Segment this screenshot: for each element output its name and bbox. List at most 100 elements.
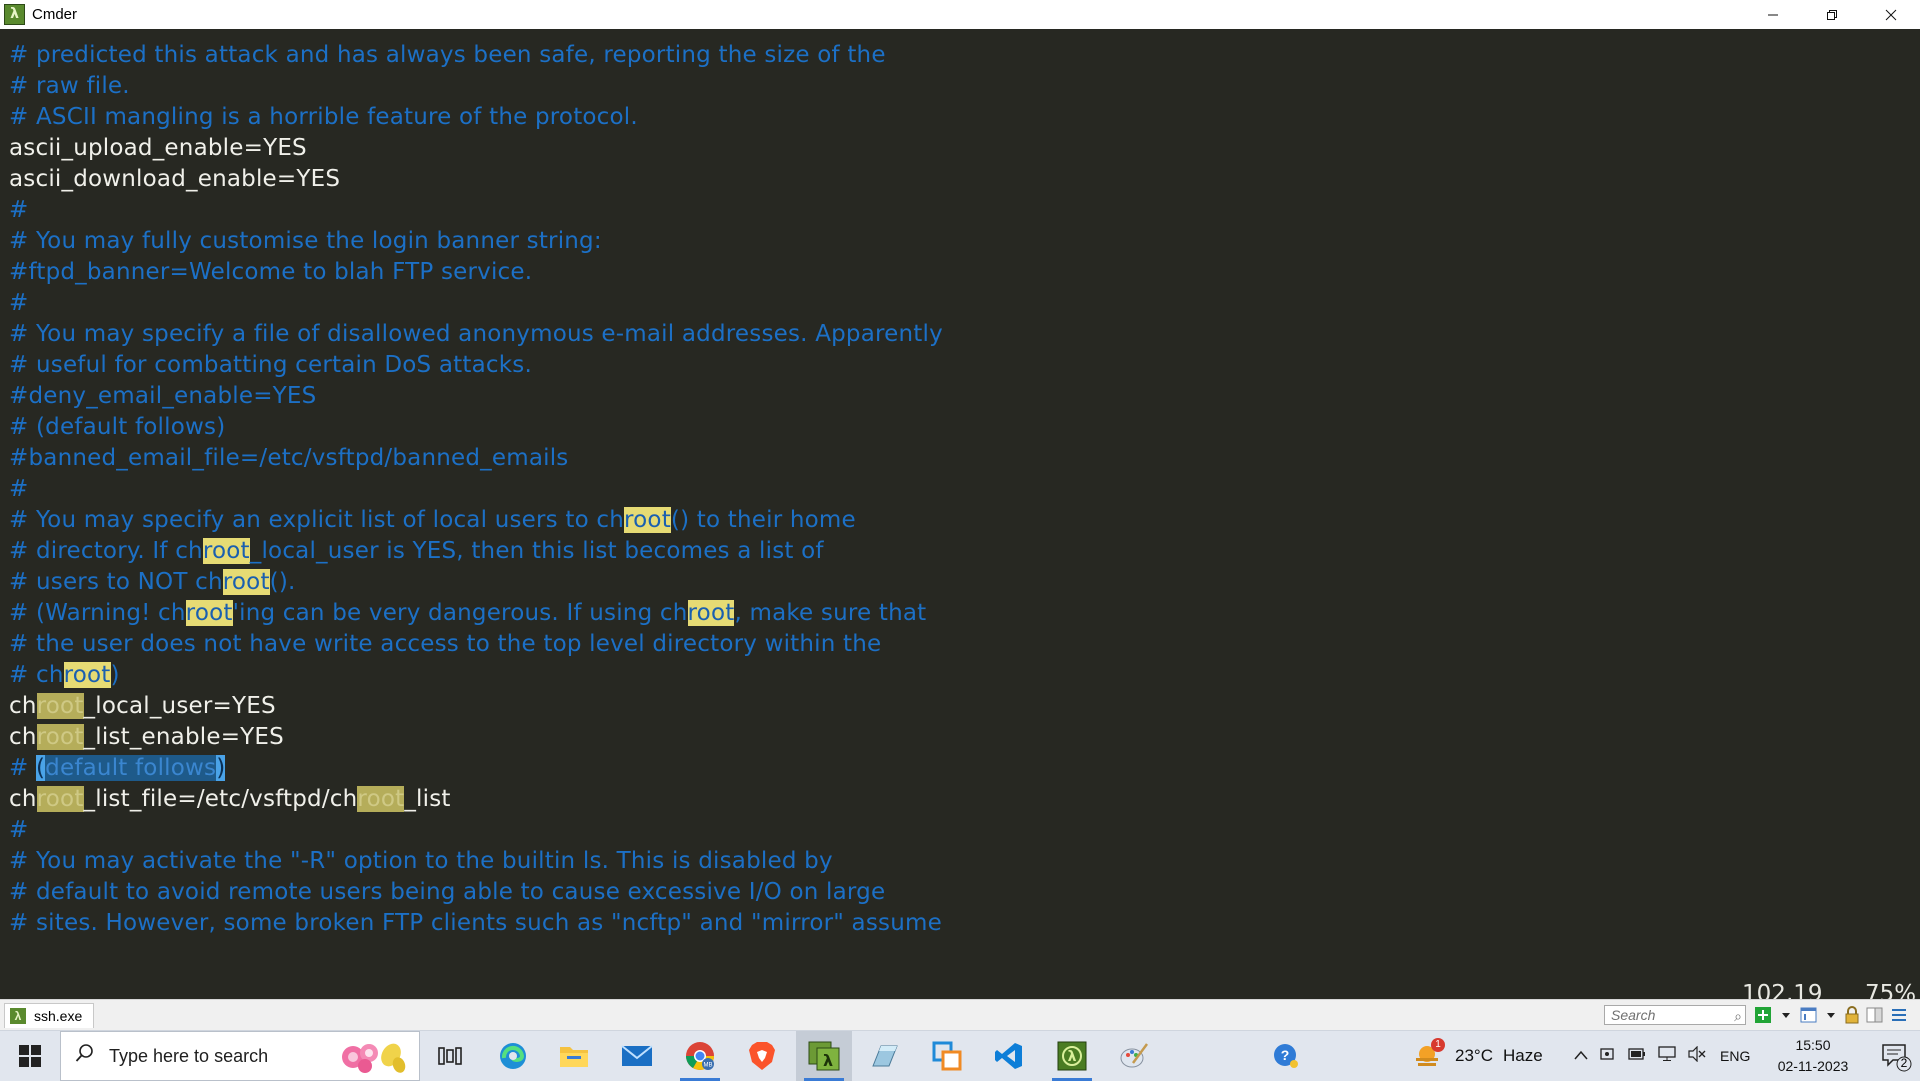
terminal-line: # (default follows) [9,412,225,443]
comment-text: # sites. However, some broken FTP client… [9,910,942,936]
comment-text: # default to avoid remote users being ab… [9,879,886,905]
comment-text: # [9,290,29,316]
comment-text: # useful for combatting certain DoS atta… [9,352,532,378]
search-highlight: root [222,569,270,595]
taskbar-brave[interactable] [734,1031,790,1081]
start-button[interactable] [0,1031,60,1081]
webcam-icon [1600,1047,1614,1060]
vscode-icon [995,1043,1022,1069]
minimize-button[interactable] [1743,0,1802,29]
notification-count: 2 [1900,1056,1908,1070]
notes-app-icon [872,1045,898,1067]
comment-text: # [9,817,29,843]
terminal-line: # the user does not have write access to… [9,629,881,660]
taskbar-mail[interactable] [609,1031,665,1081]
taskbar-vscode[interactable] [981,1031,1037,1081]
terminal-line: # users to NOT chroot(). [9,567,296,598]
help-button[interactable]: ? [1258,1031,1314,1081]
cursor-match: ) [216,755,226,781]
tab-list-dropdown[interactable] [1822,1006,1840,1024]
menu-button[interactable] [1890,1006,1908,1024]
tab-ssh[interactable]: λ ssh.exe [4,1003,94,1028]
chevron-up-icon [1574,1050,1588,1060]
terminal-line: #ftpd_banner=Welcome to blah FTP service… [9,257,532,288]
tray-network[interactable] [1652,1045,1682,1067]
lock-button[interactable] [1843,1006,1861,1024]
taskbar-notes-app[interactable] [857,1031,913,1081]
tray-meet-now[interactable] [1592,1046,1622,1067]
paint-palette-icon [1120,1043,1149,1068]
new-console-button[interactable] [1754,1006,1772,1024]
comment-text: # the user does not have write access to… [9,631,882,657]
tab-list-button[interactable] [1800,1006,1818,1024]
terminal-line: chroot_list_enable=YES [9,722,284,753]
terminal-output[interactable]: 102,19 75% # predicted this attack and h… [0,29,1920,1007]
terminal-line: # You may specify an explicit list of lo… [9,505,856,536]
taskbar-paint-app[interactable] [1106,1031,1162,1081]
show-hidden-icons-button[interactable] [1570,1047,1592,1065]
taskbar-edge[interactable] [485,1031,541,1081]
restore-button[interactable] [1802,0,1861,29]
terminal-line: # chroot) [9,660,120,691]
search-highlight: root [357,786,405,812]
title-bar: λ Cmder [0,0,1920,29]
weather-haze-icon: 1 [1414,1038,1445,1069]
search-icon [75,1043,95,1069]
taskbar-search-input[interactable]: Type here to search [60,1031,420,1081]
taskbar-cmder[interactable]: λ [796,1031,852,1081]
config-text: _list_file=/etc/vsftpd/ch [83,786,358,812]
window-list-icon [1800,1007,1817,1023]
notification-center-button[interactable]: 2 [1880,1040,1912,1072]
terminal-line: ascii_upload_enable=YES [9,133,307,164]
weather-widget[interactable]: 1 23°C Haze [1414,1031,1543,1081]
weather-badge: 1 [1431,1038,1445,1052]
window-title: Cmder [32,6,78,23]
config-text: _list [404,786,451,812]
comment-text: , make sure that [734,600,927,626]
taskbar-chrome[interactable]: MB [672,1031,728,1081]
task-view-button[interactable] [422,1031,478,1081]
tray-volume[interactable] [1682,1045,1712,1067]
input-language[interactable]: ENG [1720,1048,1750,1064]
hamburger-icon [1892,1009,1906,1021]
cmder-search-input[interactable]: Search ⌕ [1604,1005,1746,1025]
comment-text: () to their home [670,507,856,533]
terminal-line: # sites. However, some broken FTP client… [9,908,942,939]
new-console-dropdown[interactable] [1777,1006,1795,1024]
search-highlight: root [687,600,735,626]
terminal-line: chroot_local_user=YES [9,691,276,722]
terminal-line: # (default follows) [9,753,226,784]
taskbar-remote-app[interactable] [919,1031,975,1081]
tray-battery[interactable] [1622,1047,1652,1065]
windows-taskbar: Type here to search MB λ λ ? 1 23°C Haze… [0,1030,1920,1081]
folder-icon [560,1047,588,1067]
help-icon: ? [1274,1044,1298,1068]
terminal-line: # [9,195,28,226]
network-icon [1658,1045,1676,1061]
cmder-search-placeholder: Search [1611,1007,1656,1023]
search-highlight: root [624,507,671,533]
comment-text: (). [269,569,296,595]
terminal-line: # default to avoid remote users being ab… [9,877,885,908]
search-highlight: root [36,786,84,812]
taskbar-cmder-2[interactable]: λ [1044,1031,1100,1081]
config-text: ch [9,786,37,812]
terminal-line: # You may fully customise the login bann… [9,226,602,257]
search-highlight: default follows [45,755,217,781]
terminal-line: # [9,474,28,505]
split-icon [1866,1007,1883,1023]
comment-text: 'ing can be very dangerous. If using ch [232,600,688,626]
taskbar-file-explorer[interactable] [546,1031,602,1081]
minimize-icon [1767,14,1778,15]
plus-icon [1755,1007,1771,1023]
comment-text: # You may specify an explicit list of lo… [9,507,624,533]
close-button[interactable] [1861,0,1920,29]
battery-icon [1628,1048,1645,1060]
taskbar-clock[interactable]: 15:50 02-11-2023 [1768,1035,1858,1077]
split-view-button[interactable] [1866,1006,1884,1024]
svg-text:MB: MB [704,1063,713,1069]
comment-text: # [9,755,36,781]
remote-desktop-icon [932,1041,962,1071]
terminal-line: # predicted this attack and has always b… [9,40,886,71]
comment-text: #deny_email_enable=YES [9,383,317,409]
